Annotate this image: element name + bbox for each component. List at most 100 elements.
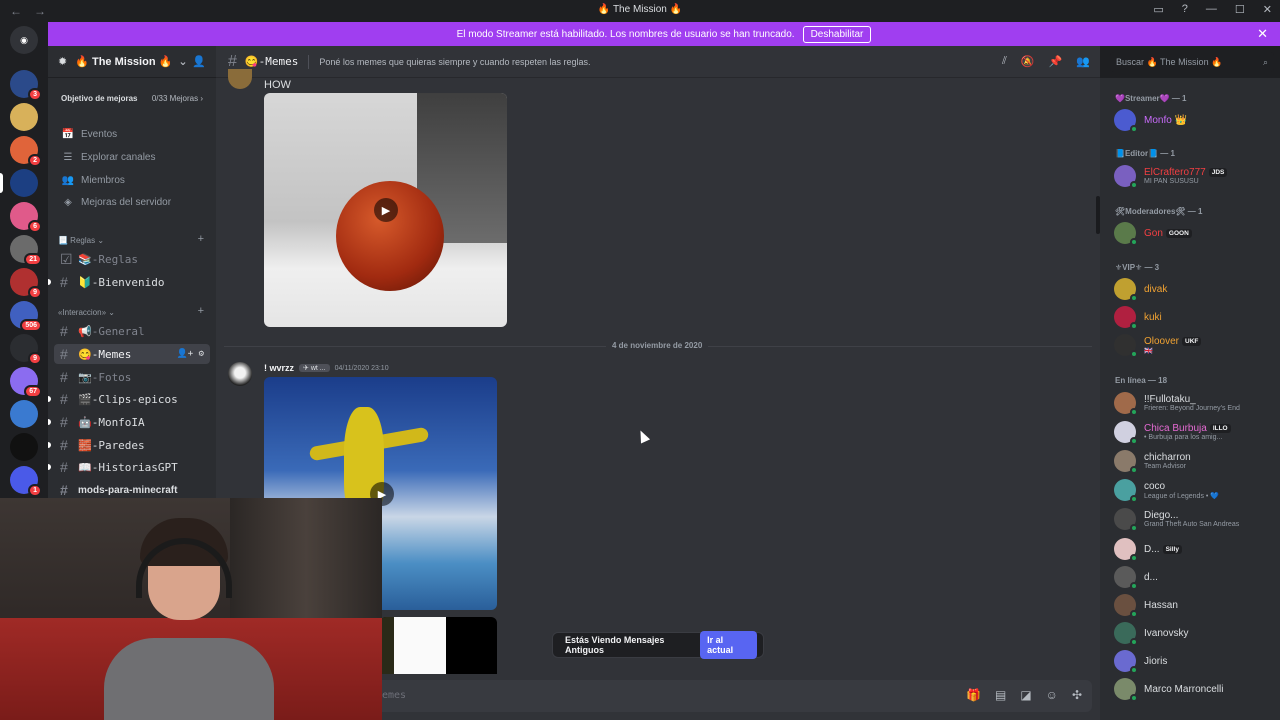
server-icon[interactable] xyxy=(10,169,38,197)
member-row[interactable]: coco League of Legends • 💙 xyxy=(1114,477,1274,503)
sidebar-item-server-boosts[interactable]: ◈ Mejoras del servidor xyxy=(60,192,210,212)
channel-reglas[interactable]: ☑ 📚-Reglas xyxy=(54,249,210,269)
member-name-row: Chica Burbuja ILLO xyxy=(1144,423,1231,434)
add-channel-icon[interactable]: + xyxy=(198,305,204,317)
sticker-icon[interactable]: ◪ xyxy=(1020,688,1031,702)
member-name-row: kuki xyxy=(1144,312,1162,323)
sidebar-item-browse-channels[interactable]: ☰ Explorar canales xyxy=(60,147,210,167)
close-window-button[interactable]: ✕ xyxy=(1263,3,1272,16)
status-indicator xyxy=(1130,294,1138,302)
channel-settings-icon[interactable]: 👤+ ⚙ xyxy=(177,349,204,359)
video-attachment[interactable] xyxy=(380,617,497,674)
rules-icon: ☑ xyxy=(60,250,73,267)
add-channel-icon[interactable]: + xyxy=(198,233,204,245)
member-name: Ivanovsky xyxy=(1144,627,1189,639)
play-icon[interactable]: ▶ xyxy=(374,198,398,222)
avatar[interactable] xyxy=(228,69,252,89)
status-indicator xyxy=(1130,322,1138,330)
member-name-row: Monfo 👑 xyxy=(1144,115,1187,126)
channel-fotos[interactable]: # 📷-Fotos xyxy=(54,367,210,387)
hash-icon: # xyxy=(60,346,68,362)
server-icon[interactable]: 2 xyxy=(10,136,42,167)
gif-icon[interactable]: ▤ xyxy=(995,688,1006,702)
video-attachment[interactable]: ▶ xyxy=(264,93,507,327)
server-icon[interactable]: 67 xyxy=(10,367,42,398)
notification-badge: 9 xyxy=(28,352,42,365)
author-name[interactable]: ! wvrzz xyxy=(264,363,294,373)
server-header[interactable]: ✹ 🔥 The Mission 🔥 ⌄ 👤 xyxy=(48,46,216,78)
minimize-button[interactable]: — xyxy=(1206,3,1217,16)
status-indicator xyxy=(1130,350,1138,358)
member-row[interactable]: D... Silly xyxy=(1114,536,1274,562)
help-icon[interactable]: ? xyxy=(1182,3,1188,16)
member-row[interactable]: kuki xyxy=(1114,304,1274,330)
member-row[interactable]: Jioris xyxy=(1114,648,1274,674)
notification-bell-icon[interactable]: 🔕 xyxy=(1021,55,1035,68)
member-row[interactable]: Gon GOON xyxy=(1114,220,1274,246)
member-row[interactable]: Monfo 👑 xyxy=(1114,107,1274,133)
member-tag: GOON xyxy=(1165,228,1192,238)
server-icon[interactable]: 1 xyxy=(10,466,42,497)
emoji-icon[interactable]: ☺ xyxy=(1046,688,1058,702)
webcam-overlay xyxy=(0,498,382,720)
server-icon[interactable] xyxy=(10,400,38,428)
server-icon[interactable] xyxy=(10,433,38,461)
boost-goal[interactable]: Objetivo de mejoras 0/33 Mejoras › xyxy=(56,88,208,108)
member-row[interactable]: Oloover UKF 🇬🇧 xyxy=(1114,332,1274,358)
member-row[interactable]: Chica Burbuja ILLO • Burbuja para los amig… xyxy=(1114,419,1274,445)
server-icon[interactable]: 506 xyxy=(10,301,42,332)
member-name-row: ElCraftero777 JDS xyxy=(1144,167,1228,178)
member-tag: UKF xyxy=(1182,336,1202,346)
channel-mods-para-minecraft[interactable]: # mods-para-minecraft xyxy=(54,480,210,500)
channel-clips-epicos[interactable]: # 🎬-Clips-epicos xyxy=(54,389,210,409)
member-row[interactable]: Ivanovsky xyxy=(1114,620,1274,646)
close-icon[interactable]: ✕ xyxy=(1257,26,1268,42)
discord-home-icon[interactable]: ◉ xyxy=(10,26,38,54)
category-reglas[interactable]: 📃 Reglas ⌄ xyxy=(58,236,104,245)
author-tag[interactable]: ✈ wt ... xyxy=(299,364,330,372)
member-row[interactable]: Marco Marroncelli xyxy=(1114,676,1274,702)
server-icon[interactable]: 9 xyxy=(10,268,42,299)
member-row[interactable]: divak xyxy=(1114,276,1274,302)
disable-streamer-button[interactable]: Deshabilitar xyxy=(802,25,872,43)
member-row[interactable]: Diego... Grand Theft Auto San Andreas xyxy=(1114,506,1274,532)
channel-label: 🔰-Bienvenido xyxy=(78,275,165,289)
inbox-icon[interactable]: ▭ xyxy=(1153,3,1163,16)
member-row[interactable]: chicharron Team Advisor xyxy=(1114,448,1274,474)
channel-memes[interactable]: # 😋-Memes 👤+ ⚙ xyxy=(54,344,210,364)
jump-to-present-button[interactable]: Ir al actual xyxy=(700,631,757,659)
server-icon[interactable]: 9 xyxy=(10,334,42,365)
member-row[interactable]: ElCraftero777 JDS MI PAN SUSUSU xyxy=(1114,163,1274,189)
channel-paredes[interactable]: # 🧱-Paredes xyxy=(54,435,210,455)
member-name: Hassan xyxy=(1144,599,1178,611)
role-header: 📘Editor📘 — 1 xyxy=(1115,149,1175,158)
search-input[interactable]: Buscar 🔥 The Mission 🔥 ⌕ xyxy=(1110,52,1274,72)
pin-icon[interactable]: 📌 xyxy=(1049,55,1063,68)
channel-monfoia[interactable]: # 🤖-MonfoIA xyxy=(54,412,210,432)
apps-icon[interactable]: ✣ xyxy=(1072,688,1082,702)
sidebar-item-members[interactable]: 👥 Miembros xyxy=(60,170,210,190)
threads-icon[interactable]: ⫽ xyxy=(1002,55,1007,68)
channel-topic[interactable]: Poné los memes que quieras siempre y cua… xyxy=(319,57,590,67)
member-row[interactable]: !!Fullotaku_ Frieren: Beyond Journey's En… xyxy=(1114,390,1274,416)
member-row[interactable]: Hassan xyxy=(1114,592,1274,618)
category-interaccion[interactable]: «Interaccion» ⌄ xyxy=(58,308,115,317)
sidebar-item-events[interactable]: 📅 Eventos xyxy=(60,124,210,144)
member-info: chicharron Team Advisor xyxy=(1144,452,1191,470)
maximize-button[interactable]: ☐ xyxy=(1235,3,1245,16)
member-row[interactable]: d... xyxy=(1114,564,1274,590)
channel-historiasgpt[interactable]: # 📖-HistoriasGPT xyxy=(54,457,210,477)
server-icon[interactable]: 3 xyxy=(10,70,42,101)
invite-icon[interactable]: 👤 xyxy=(192,55,206,68)
server-icon[interactable]: 21 xyxy=(10,235,42,266)
hash-icon: # xyxy=(60,274,68,290)
server-icon[interactable]: 6 xyxy=(10,202,42,233)
server-icon[interactable] xyxy=(10,103,38,131)
gift-icon[interactable]: 🎁 xyxy=(966,688,981,702)
avatar[interactable] xyxy=(228,362,252,386)
window-controls: ▭ ? — ☐ ✕ xyxy=(1153,3,1272,16)
channel-general[interactable]: # 📢-General xyxy=(54,321,210,341)
channel-bienvenido[interactable]: # 🔰-Bienvenido xyxy=(54,272,210,292)
member-name: Diego... xyxy=(1144,510,1179,521)
member-list-icon[interactable]: 👥 xyxy=(1076,55,1090,68)
